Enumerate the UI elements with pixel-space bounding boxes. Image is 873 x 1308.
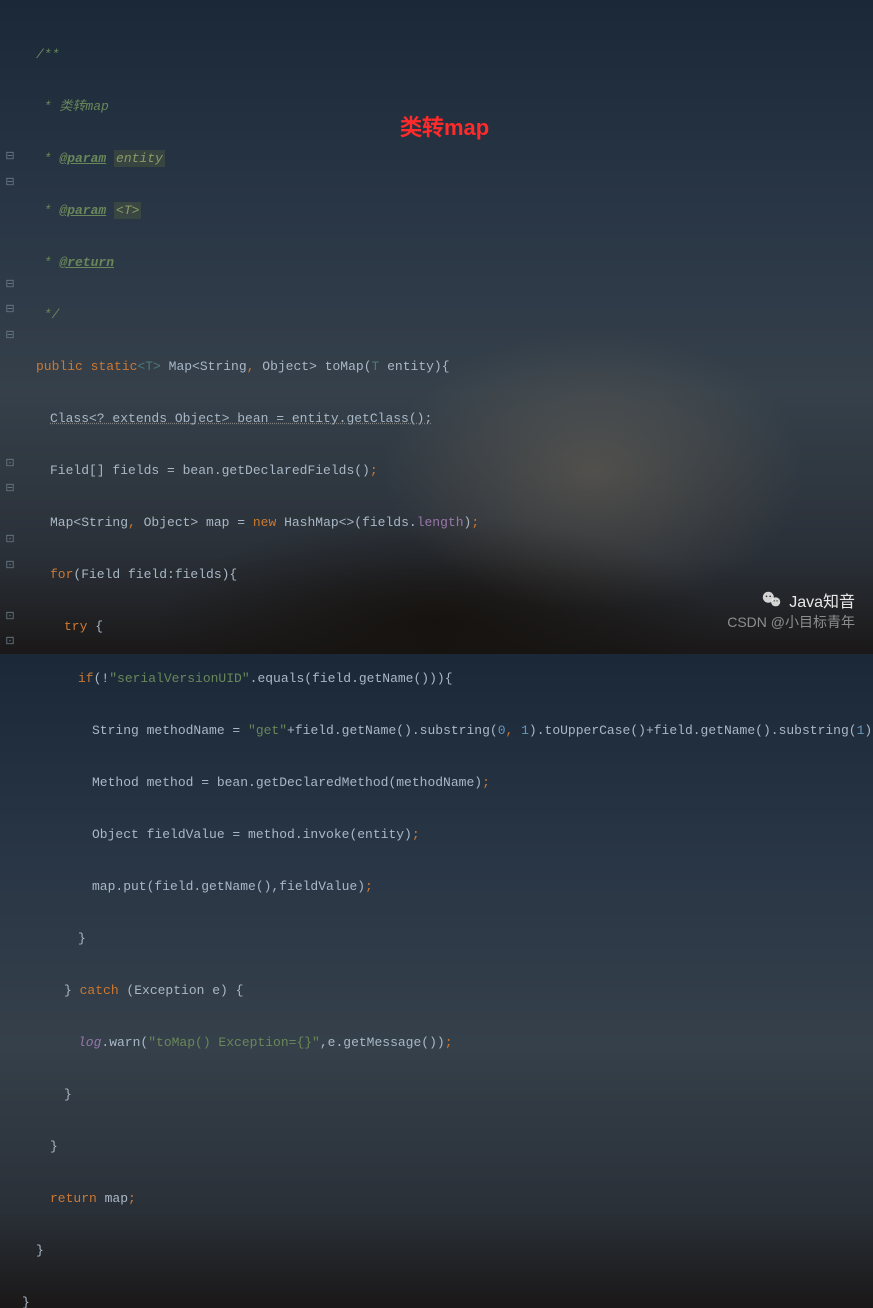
javadoc-open: /** [22, 42, 873, 68]
fold-icon[interactable]: ⊟ [5, 277, 14, 291]
javadoc-return-line: * @return [22, 250, 873, 276]
fold-icon[interactable]: ⊟ [5, 149, 14, 163]
code-line: Class<? extends Object> bean = entity.ge… [22, 406, 873, 432]
code-line: Map<String, Object> map = new HashMap<>(… [22, 510, 873, 536]
javadoc-param-line: * @param entity [22, 146, 873, 172]
fold-end-icon[interactable]: ⊡ [5, 532, 14, 546]
code-line: Field[] fields = bean.getDeclaredFields(… [22, 458, 873, 484]
fold-icon[interactable]: ⊟ [5, 175, 14, 189]
gutter: ⊟ ⊟ ⊟ ⊟ ⊟ ⊡ ⊟ ⊡ ⊡ ⊡ ⊡ [0, 0, 20, 654]
code-line: log.warn("toMap() Exception={}",e.getMes… [22, 1030, 873, 1056]
fold-icon[interactable]: ⊟ [5, 328, 14, 342]
fold-icon[interactable]: ⊟ [5, 302, 14, 316]
code-line: String methodName = "get"+field.getName(… [22, 718, 873, 744]
javadoc-line: * 类转map [22, 94, 873, 120]
code-line: if(!"serialVersionUID".equals(field.getN… [22, 666, 873, 692]
fold-end-icon[interactable]: ⊡ [5, 456, 14, 470]
javadoc-param-line: * @param <T> [22, 198, 873, 224]
brace: } [22, 1290, 873, 1308]
brace: } [22, 1082, 873, 1108]
code-line: map.put(field.getName(),fieldValue); [22, 874, 873, 900]
fold-end-icon[interactable]: ⊡ [5, 609, 14, 623]
brace: } [22, 1238, 873, 1264]
fold-icon[interactable]: ⊟ [5, 481, 14, 495]
code-editor[interactable]: /** * 类转map * @param entity * @param <T>… [22, 16, 873, 1308]
brace: } [22, 926, 873, 952]
javadoc-close: */ [22, 302, 873, 328]
return-line: return map; [22, 1186, 873, 1212]
brace: } [22, 1134, 873, 1160]
catch-line: } catch (Exception e) { [22, 978, 873, 1004]
method-signature: public static<T> Map<StringObject> map =… [22, 354, 873, 380]
code-line: Object fieldValue = method.invoke(entity… [22, 822, 873, 848]
code-line: for(Field field:fields){ [22, 562, 873, 588]
fold-end-icon[interactable]: ⊡ [5, 634, 14, 648]
fold-end-icon[interactable]: ⊡ [5, 558, 14, 572]
code-line: Method method = bean.getDeclaredMethod(m… [22, 770, 873, 796]
code-line: try { [22, 614, 873, 640]
